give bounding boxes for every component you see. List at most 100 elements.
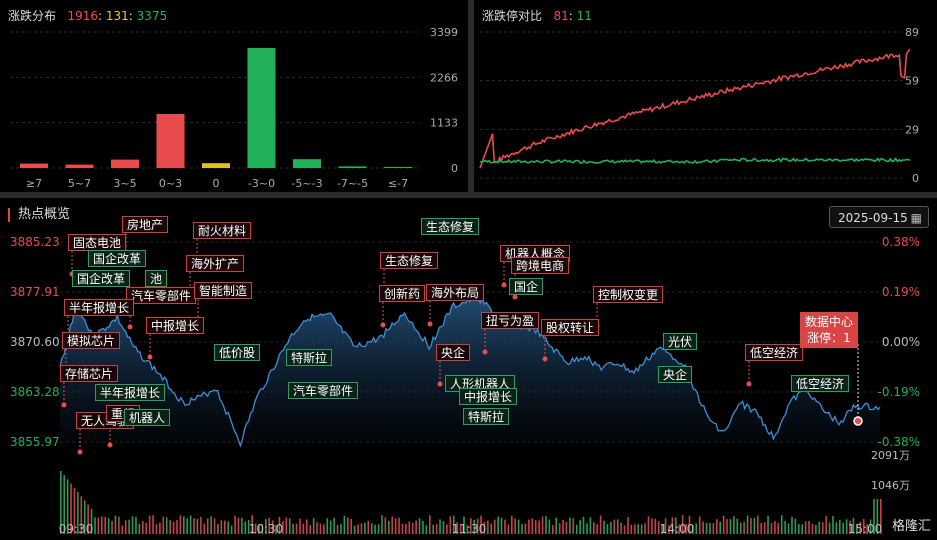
topic-tag[interactable]: 汽车零部件 bbox=[126, 287, 197, 304]
topic-tag[interactable]: 光伏 bbox=[663, 333, 698, 350]
volume-bar bbox=[835, 522, 838, 534]
volume-bar bbox=[825, 515, 827, 534]
volume-bar bbox=[422, 520, 424, 534]
volume-bar bbox=[801, 524, 804, 534]
topic-tag[interactable]: 机器人 bbox=[124, 409, 171, 426]
volume-bar bbox=[654, 519, 657, 534]
volume-bar bbox=[316, 522, 318, 534]
topic-tag[interactable]: 低空经济 bbox=[745, 344, 804, 361]
volume-bar bbox=[124, 520, 127, 534]
topic-tag[interactable]: 跨境电商 bbox=[511, 257, 570, 274]
distribution-panel: 涨跌分布 1916: 131: 3375 3399 2266 1133 0 ≥7 5~7 3… bbox=[0, 0, 468, 192]
volume-bar bbox=[572, 518, 575, 534]
volume-bar bbox=[620, 522, 622, 534]
topic-tag[interactable]: 低价股 bbox=[214, 344, 261, 361]
topic-tag[interactable]: 房地产 bbox=[122, 216, 169, 233]
volume-bar bbox=[500, 517, 503, 534]
tag-anchor-point bbox=[437, 381, 443, 387]
topic-tag[interactable]: 特斯拉 bbox=[286, 349, 333, 366]
topic-tag[interactable]: 存储芯片 bbox=[60, 365, 119, 382]
volume-bar bbox=[839, 519, 841, 534]
volume-bar bbox=[514, 518, 517, 534]
x-tick-label: 0 bbox=[213, 177, 220, 190]
volume-tick-label: 2091万 bbox=[871, 449, 910, 462]
volume-bar bbox=[804, 521, 807, 534]
topic-tag[interactable]: 控制权变更 bbox=[593, 286, 664, 303]
volume-bar bbox=[753, 517, 756, 534]
volume-bar bbox=[391, 516, 394, 534]
volume-bar bbox=[343, 515, 346, 534]
topic-tag[interactable]: 国企改革 bbox=[88, 250, 147, 267]
volume-bar bbox=[377, 524, 380, 534]
topic-tag[interactable]: 生态修复 bbox=[380, 252, 439, 269]
volume-bar bbox=[241, 517, 243, 534]
topic-tag[interactable]: 央企 bbox=[658, 366, 693, 383]
volume-bar bbox=[121, 525, 124, 534]
volume-bar bbox=[760, 522, 763, 534]
topic-tag[interactable]: 固态电池 bbox=[68, 234, 127, 251]
y-tick-label: 59 bbox=[905, 75, 919, 88]
topic-tag[interactable]: 央企 bbox=[436, 344, 471, 361]
topic-tag[interactable]: 国企改革 bbox=[72, 270, 131, 287]
topic-tag[interactable]: 模拟芯片 bbox=[62, 332, 121, 349]
volume-bar bbox=[726, 519, 728, 534]
y-tick-label: 89 bbox=[905, 26, 919, 39]
volume-bar bbox=[698, 516, 701, 534]
volume-bar bbox=[401, 523, 404, 534]
x-tick-label: 0~3 bbox=[159, 177, 182, 190]
volume-bar bbox=[487, 520, 489, 534]
topic-tag[interactable]: 池 bbox=[145, 270, 168, 287]
topic-tag[interactable]: 耐火材料 bbox=[193, 222, 252, 239]
topic-tag[interactable]: 半年报增长 bbox=[95, 384, 166, 401]
volume-bar bbox=[350, 518, 353, 534]
volume-bar bbox=[548, 519, 551, 534]
volume-bar bbox=[589, 517, 592, 534]
topic-tag[interactable]: 特斯拉 bbox=[463, 408, 510, 425]
volume-bar bbox=[586, 523, 588, 534]
topic-tag[interactable]: 海外布局 bbox=[426, 284, 485, 301]
topic-tag[interactable]: 生态修复 bbox=[421, 218, 480, 235]
topic-tag[interactable]: 海外扩产 bbox=[186, 255, 245, 272]
time-tick-label: 10:30 bbox=[249, 522, 284, 536]
volume-bar bbox=[101, 516, 103, 534]
topic-tag[interactable]: 半年报增长 bbox=[64, 299, 135, 316]
topic-tag[interactable]: 中报增长 bbox=[459, 388, 518, 405]
topic-tag[interactable]: 国企 bbox=[509, 278, 544, 295]
volume-bar bbox=[323, 524, 325, 534]
volume-bar bbox=[347, 517, 349, 534]
volume-bar bbox=[777, 523, 780, 534]
tag-anchor-point bbox=[512, 294, 518, 300]
volume-bar bbox=[606, 524, 609, 534]
volume-bar bbox=[237, 517, 240, 534]
volume-bar bbox=[722, 515, 725, 534]
volume-bar bbox=[716, 519, 718, 534]
volume-bar bbox=[798, 523, 800, 534]
volume-bar bbox=[763, 522, 766, 534]
volume-bar bbox=[94, 517, 96, 534]
volume-bar bbox=[104, 516, 107, 534]
volume-bar bbox=[640, 524, 643, 534]
volume-bar bbox=[603, 520, 605, 534]
volume-bar bbox=[538, 520, 540, 534]
volume-bar bbox=[828, 522, 831, 534]
volume-bar bbox=[364, 522, 366, 534]
volume-bar bbox=[791, 516, 793, 534]
topic-tag[interactable]: 股权转让 bbox=[541, 319, 600, 336]
volume-bar bbox=[360, 523, 363, 534]
x-tick-label: ≤-7 bbox=[388, 177, 408, 190]
volume-bar bbox=[821, 522, 824, 534]
topic-tag[interactable]: 中报增长 bbox=[146, 317, 205, 334]
volume-bar bbox=[213, 518, 216, 534]
volume-bar bbox=[630, 524, 633, 534]
topic-tag[interactable]: 低空经济 bbox=[791, 375, 850, 392]
volume-bar bbox=[165, 517, 168, 534]
topic-tag[interactable]: 创新药 bbox=[379, 285, 426, 302]
topic-tag[interactable]: 汽车零部件 bbox=[288, 382, 359, 399]
volume-bar bbox=[159, 522, 161, 534]
volume-bar bbox=[384, 517, 387, 534]
volume-bar bbox=[832, 515, 834, 534]
topic-tag[interactable]: 智能制造 bbox=[194, 282, 253, 299]
topic-tag[interactable]: 扭亏为盈 bbox=[481, 312, 540, 329]
volume-bar bbox=[787, 523, 790, 534]
volume-bar bbox=[528, 519, 530, 534]
